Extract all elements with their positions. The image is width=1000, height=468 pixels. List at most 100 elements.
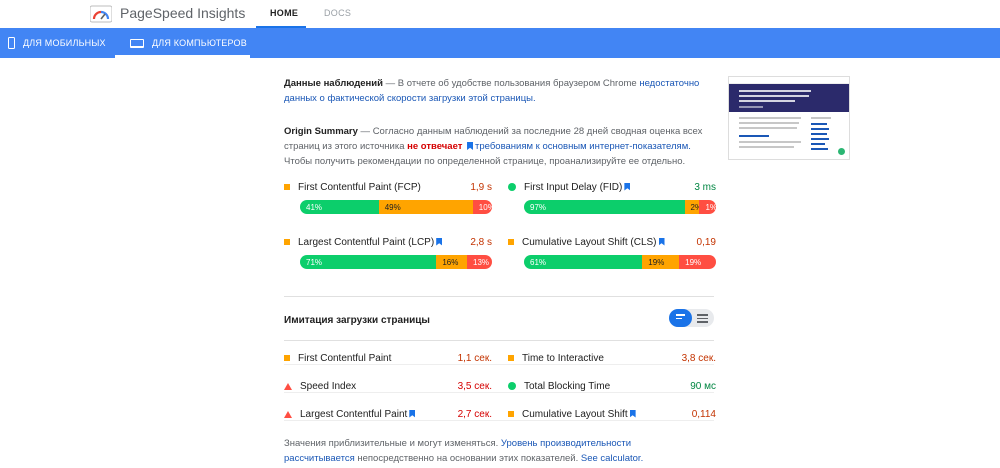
metric-value: 3,8 сек. bbox=[681, 352, 716, 364]
top-header: PageSpeed Insights HOME DOCS bbox=[0, 0, 1000, 28]
chat-button-icon bbox=[838, 148, 845, 155]
core-vital-flag-icon bbox=[436, 237, 443, 246]
lab-header-divider bbox=[284, 340, 714, 341]
phone-icon bbox=[8, 37, 15, 49]
metric-value: 2,8 s bbox=[470, 236, 492, 248]
expanded-lines-icon[interactable] bbox=[697, 314, 708, 325]
metric-name: First Input Delay (FID) bbox=[524, 182, 694, 193]
needs-improvement-segment: 2% bbox=[684, 200, 702, 214]
good-segment: 41% bbox=[300, 200, 379, 214]
core-vital-flag-icon bbox=[409, 409, 416, 418]
metric-value: 90 мс bbox=[690, 380, 716, 392]
lab-footnote: Значения приблизительные и могут изменят… bbox=[284, 436, 704, 466]
row-divider bbox=[284, 420, 714, 421]
metric-name-text: First Input Delay (FID) bbox=[524, 181, 623, 193]
good-segment: 71% bbox=[300, 255, 437, 269]
metric-name: Cumulative Layout Shift bbox=[522, 409, 692, 420]
metric-value: 0,114 bbox=[691, 408, 716, 420]
origin-summary-hint: Чтобы получить рекомендации по определен… bbox=[284, 156, 686, 167]
metric-name-text: Cumulative Layout Shift (CLS) bbox=[522, 236, 657, 248]
core-vital-flag-icon bbox=[624, 182, 631, 191]
metric-name-text: Total Blocking Time bbox=[524, 380, 611, 392]
poor-segment: 19% bbox=[679, 255, 716, 269]
needs-improvement-segment: 49% bbox=[378, 200, 473, 214]
field-data-title: Данные наблюдений bbox=[284, 78, 383, 89]
poor-segment: 10% bbox=[472, 200, 492, 214]
metric-name: Cumulative Layout Shift (CLS) bbox=[522, 237, 697, 248]
average-square-icon bbox=[284, 355, 290, 361]
metric-name: Speed Index bbox=[300, 381, 458, 392]
section-divider bbox=[284, 296, 714, 297]
fail-triangle-icon bbox=[284, 410, 292, 418]
metric-name: Largest Contentful Paint (LCP) bbox=[298, 237, 470, 248]
metric-name-text: Speed Index bbox=[300, 380, 357, 392]
core-vitals-link[interactable]: требованиям к основным интернет-показате… bbox=[475, 141, 691, 152]
row-divider bbox=[284, 392, 714, 393]
good-segment: 61% bbox=[524, 255, 643, 269]
metric-value: 3,5 сек. bbox=[457, 380, 492, 392]
tab-desktop-label: ДЛЯ КОМПЬЮТЕРОВ bbox=[152, 38, 247, 48]
brand-title[interactable]: PageSpeed Insights bbox=[120, 5, 245, 21]
metric-name: First Contentful Paint bbox=[298, 353, 458, 364]
distribution-bar: 41%49%10% bbox=[300, 200, 492, 214]
tab-mobile-label: ДЛЯ МОБИЛЬНЫХ bbox=[23, 38, 106, 48]
tab-docs[interactable]: DOCS bbox=[324, 8, 351, 18]
view-toggle[interactable] bbox=[669, 309, 714, 327]
tab-home[interactable]: HOME bbox=[270, 8, 298, 18]
origin-summary-title: Origin Summary bbox=[284, 126, 358, 137]
metric-value: 2,7 сек. bbox=[457, 408, 492, 420]
average-square-icon bbox=[284, 239, 290, 245]
distribution-bar: 61% 19% 19% bbox=[524, 255, 716, 269]
average-square-icon bbox=[284, 184, 290, 190]
metric-value: 0,19 bbox=[696, 236, 716, 248]
core-vitals-flag-icon bbox=[467, 142, 474, 150]
metric-name-text: First Contentful Paint bbox=[298, 352, 392, 364]
metric-name-text: Cumulative Layout Shift bbox=[522, 408, 628, 420]
metric-value: 1,1 сек. bbox=[457, 352, 492, 364]
metric-value: 1,9 s bbox=[470, 181, 492, 193]
metric-name: First Contentful Paint (FCP) bbox=[298, 182, 470, 193]
tab-mobile[interactable]: ДЛЯ МОБИЛЬНЫХ bbox=[8, 28, 106, 58]
poor-segment: 1% bbox=[699, 200, 716, 214]
metric-name: Time to Interactive bbox=[522, 353, 682, 364]
field-metric: Largest Contentful Paint (LCP) 2,8 s 71% 16… bbox=[284, 235, 492, 275]
origin-status: не отвечает bbox=[407, 141, 463, 152]
good-segment: 97% bbox=[524, 200, 685, 214]
device-tab-bar: ДЛЯ МОБИЛЬНЫХ ДЛЯ КОМПЬЮТЕРОВ bbox=[0, 28, 1000, 58]
field-data-section: Данные наблюдений — В отчете об удобстве… bbox=[284, 76, 704, 106]
needs-improvement-segment: 16% bbox=[436, 255, 468, 269]
metric-name: Total Blocking Time bbox=[524, 381, 690, 392]
distribution-bar: 71% 16% 13% bbox=[300, 255, 492, 269]
distribution-bar: 97% 2% 1% bbox=[524, 200, 716, 214]
origin-summary-section: Origin Summary — Согласно данным наблюде… bbox=[284, 124, 704, 169]
footnote-text-2: непосредственно на основании этих показа… bbox=[354, 453, 581, 464]
average-square-icon bbox=[508, 239, 514, 245]
field-metric: Cumulative Layout Shift (CLS) 0,19 61% 19% 1… bbox=[508, 235, 716, 275]
metric-name-text: Largest Contentful Paint (LCP) bbox=[298, 236, 435, 248]
fail-triangle-icon bbox=[284, 382, 292, 390]
field-metric: First Contentful Paint (FCP) 1,9 s 41% 49% 1… bbox=[284, 180, 492, 220]
footnote-text: Значения приблизительные и могут изменят… bbox=[284, 438, 501, 449]
poor-segment: 13% bbox=[467, 255, 492, 269]
core-vital-flag-icon bbox=[658, 237, 665, 246]
core-vital-flag-icon bbox=[629, 409, 636, 418]
pass-circle-icon bbox=[508, 382, 516, 390]
compact-lines-icon bbox=[676, 314, 685, 321]
laptop-icon bbox=[130, 38, 144, 48]
compact-view-button[interactable] bbox=[669, 309, 692, 327]
metric-value: 3 ms bbox=[694, 181, 716, 193]
field-data-text: — В отчете об удобстве пользования брауз… bbox=[382, 78, 640, 89]
calculator-link[interactable]: See calculator. bbox=[581, 453, 643, 464]
metric-name-text: Time to Interactive bbox=[522, 352, 604, 364]
device-tab-indicator bbox=[115, 55, 250, 58]
average-square-icon bbox=[508, 355, 514, 361]
pagespeed-logo-icon[interactable] bbox=[90, 5, 112, 23]
metric-name: Largest Contentful Paint bbox=[300, 409, 458, 420]
row-divider bbox=[284, 364, 714, 365]
metric-name-text: Largest Contentful Paint bbox=[300, 408, 408, 420]
pass-circle-icon bbox=[508, 183, 516, 191]
field-metric: First Input Delay (FID) 3 ms 97% 2% 1% bbox=[508, 180, 716, 220]
page-screenshot-thumbnail bbox=[728, 76, 850, 160]
tab-desktop[interactable]: ДЛЯ КОМПЬЮТЕРОВ bbox=[130, 28, 247, 58]
metric-name-text: First Contentful Paint (FCP) bbox=[298, 181, 421, 193]
